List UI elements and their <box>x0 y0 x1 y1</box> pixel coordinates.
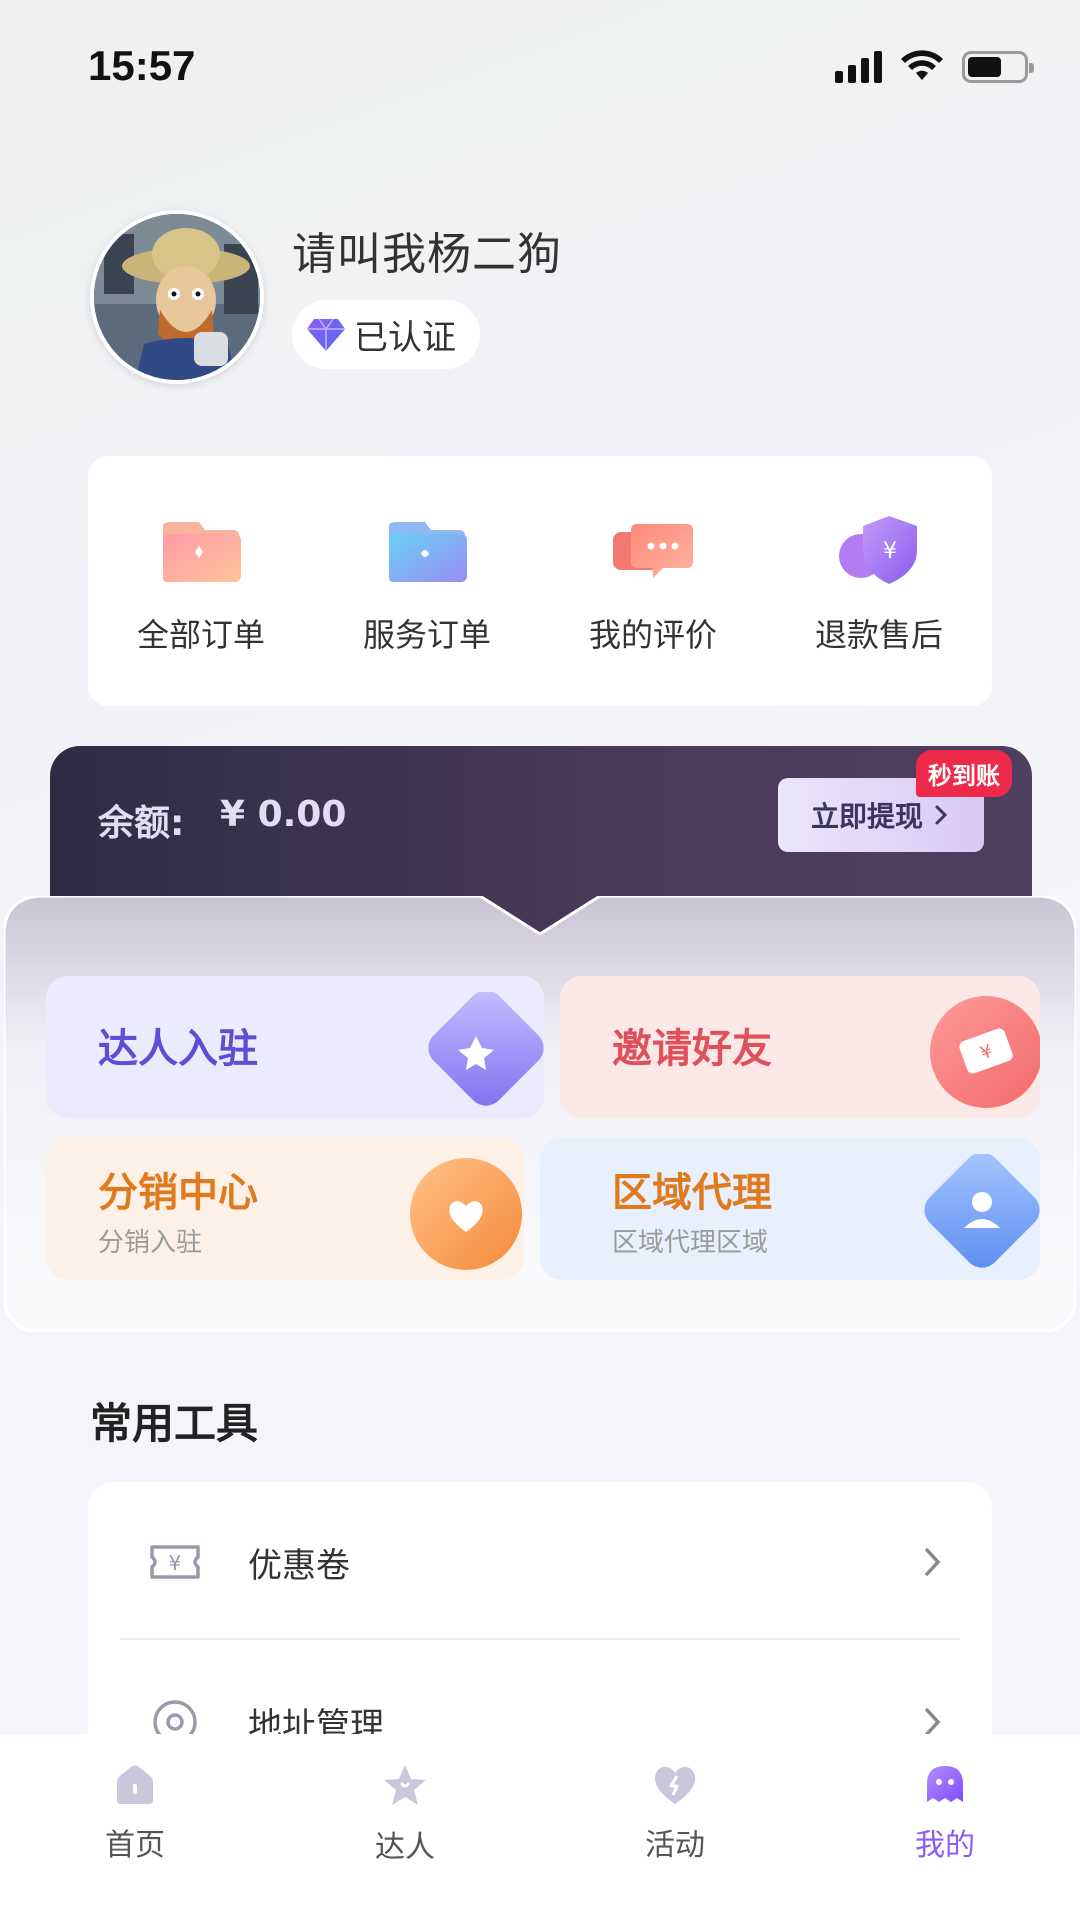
order-label: 服务订单 <box>362 616 491 654</box>
divider <box>120 1638 960 1640</box>
coupon-icon: ¥ <box>150 1545 200 1579</box>
feature-subtitle: 区域代理区域 <box>612 1228 769 1258</box>
home-icon <box>117 1765 153 1804</box>
tab-label: 首页 <box>105 1828 165 1863</box>
tab-label: 我的 <box>915 1828 975 1863</box>
tab-mine[interactable]: 我的 <box>810 1734 1080 1920</box>
order-item-service[interactable]: 服务订单 <box>314 456 540 706</box>
tab-talent[interactable]: 达人 <box>270 1734 540 1920</box>
balance-label: 余额: <box>98 803 185 844</box>
folder-blue-icon <box>389 522 467 582</box>
tab-label: 活动 <box>645 1828 705 1863</box>
status-bar: 15:57 <box>0 0 1080 140</box>
battery-icon <box>962 51 1034 83</box>
svg-text:¥: ¥ <box>883 539 897 564</box>
chat-bubble-icon <box>613 524 693 578</box>
feature-card-regional-agent[interactable]: 区域代理 区域代理区域 <box>540 1138 1040 1280</box>
feature-panel: 达人入驻 邀请好友 ¥ 分销中心 分销入驻 区域代理 区域代理区域 <box>4 896 1076 1332</box>
tab-activity[interactable]: 活动 <box>540 1734 810 1920</box>
diamond-icon <box>307 318 345 351</box>
order-label: 我的评价 <box>588 616 717 654</box>
feature-subtitle: 分销入驻 <box>98 1228 203 1258</box>
status-icons <box>835 50 1034 84</box>
star-icon <box>428 992 544 1106</box>
cellular-signal-icon <box>835 51 882 83</box>
star-icon <box>384 1765 426 1805</box>
order-item-reviews[interactable]: 我的评价 <box>540 456 766 706</box>
tool-label: 优惠卷 <box>248 1545 350 1586</box>
feature-title: 达人入驻 <box>98 1026 258 1072</box>
order-item-all[interactable]: 全部订单 <box>88 456 314 706</box>
balance-amount: ¥ 0.00 <box>220 794 347 835</box>
wifi-icon <box>901 50 943 80</box>
heart-icon <box>410 1158 522 1270</box>
folder-pink-icon <box>163 522 241 582</box>
svg-text:¥: ¥ <box>169 1551 182 1575</box>
shield-yen-icon: ¥ <box>839 516 917 584</box>
withdraw-label: 立即提现 <box>810 800 923 833</box>
avatar[interactable] <box>90 210 264 384</box>
tool-row-coupon[interactable]: ¥ 优惠卷 <box>88 1482 992 1642</box>
feature-card-talent[interactable]: 达人入驻 <box>46 976 544 1118</box>
feature-card-invite[interactable]: 邀请好友 ¥ <box>560 976 1040 1118</box>
feature-title: 分销中心 <box>98 1170 258 1216</box>
chevron-right-icon <box>935 805 948 825</box>
verified-badge: 已认证 <box>292 300 480 369</box>
tab-home[interactable]: 首页 <box>0 1734 270 1920</box>
tools-title: 常用工具 <box>90 1399 259 1448</box>
order-item-refund[interactable]: ¥ 退款售后 <box>766 456 992 706</box>
verified-label: 已认证 <box>354 318 456 358</box>
feature-title: 区域代理 <box>612 1170 772 1216</box>
ticket-icon: ¥ <box>930 996 1040 1108</box>
profile-header: 请叫我杨二狗 已认证 <box>90 210 562 384</box>
feature-card-distribution[interactable]: 分销中心 分销入驻 <box>46 1138 524 1280</box>
heart-bolt-icon <box>654 1766 696 1804</box>
instant-tag: 秒到账 <box>916 750 1012 797</box>
tab-label: 达人 <box>375 1830 435 1865</box>
orders-card: 全部订单 服务订单 我的评价 ¥ 退款售后 <box>88 456 992 706</box>
tab-bar: 首页 达人 活动 我的 <box>0 1734 1080 1920</box>
user-icon <box>924 1154 1040 1268</box>
order-label: 全部订单 <box>136 616 265 654</box>
username: 请叫我杨二狗 <box>292 229 562 280</box>
chevron-right-icon <box>925 1548 941 1576</box>
feature-title: 邀请好友 <box>612 1026 772 1072</box>
ghost-icon <box>927 1766 963 1802</box>
status-time: 15:57 <box>88 42 196 89</box>
order-label: 退款售后 <box>814 616 943 654</box>
